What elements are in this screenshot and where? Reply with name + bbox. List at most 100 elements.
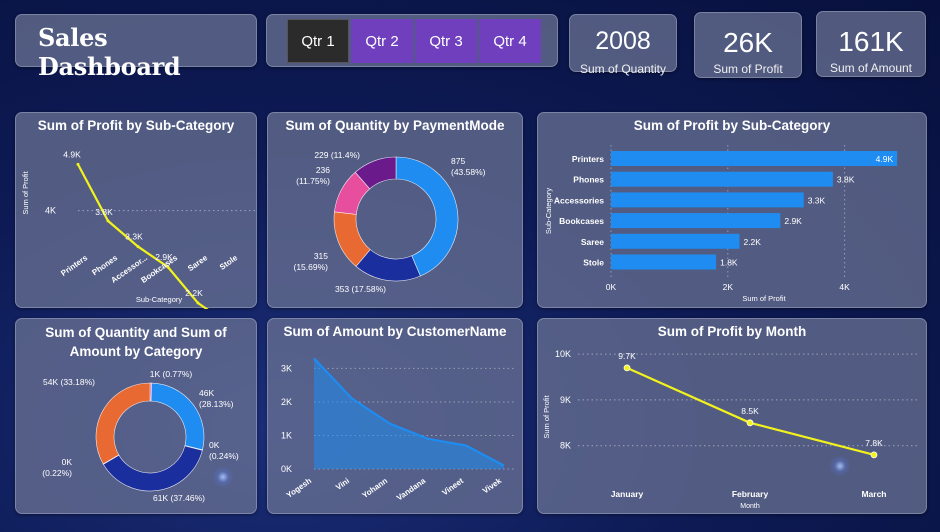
profit-month-line-chart: 10K 9K 8K 9.7K January 8.5K February 7.8K March M… [542,349,918,510]
x-tick-label: Vandana [395,476,428,503]
slice-label: (28.13%) [199,399,234,409]
y-tick-label: 2K [45,308,56,309]
slice-label: 61K (37.46%) [153,493,205,503]
slice-label: 353 (17.58%) [335,284,386,294]
y-tick-label: 4K [45,206,56,216]
slice-label: (43.58%) [451,167,486,177]
slice-label: 229 (11.4%) [314,150,360,160]
y-axis-title: Sum of Profit [21,170,30,214]
x-tick-label: February [732,489,769,499]
profit-subcategory-line-chart: 4K2K4.9KPrinters3.8KPhones3.3KAccessor..… [21,149,256,309]
y-tick-label: 10K [555,349,571,359]
slice-label: (0.22%) [42,468,72,478]
donut-slice [95,382,151,465]
bar [611,171,833,187]
bar [611,254,717,270]
donut-slice [150,382,205,451]
profit-subcategory-bar-chart: 0K 2K 4K Printers 4.9K Phones 3.8K Accessories 3… [544,145,898,303]
quantity-paymentmode-panel: Sum of Quantity by PaymentMode 875 (43.58… [267,112,523,308]
kpi-profit-value: 26K [723,27,773,58]
data-label: 4.9K [876,154,894,164]
y-axis-title: Sum of Profit [542,394,551,438]
profit-subcategory-bar-panel: Sum of Profit by Sub-Category 0K 2K 4K Prin… [537,112,927,308]
data-point [76,162,80,166]
amount-customer-panel: Sum of Amount by CustomerName 3K 2K 1K 0K Yo… [267,318,523,514]
profit-subcategory-line-panel: Sum of Profit by Sub-Category 4K2K4.9KPr… [15,112,257,309]
profit-month-panel: Sum of Profit by Month 10K 9K 8K 9.7K Januar… [537,318,927,514]
bar [611,213,781,229]
y-tick-label: 3K [281,363,292,373]
y-tick-label: 1K [281,430,292,440]
data-point [746,419,754,427]
kpi-profit-label: Sum of Profit [713,62,783,76]
y-tick-label: Saree [581,237,604,247]
data-label: 1.8K [720,258,738,268]
data-label: 4.9K [63,149,81,159]
x-tick-label: 0K [606,282,617,292]
kpi-amount-card: 161K Sum of Amount [816,11,926,77]
quarter-slicer: Qtr 1 Qtr 2 Qtr 3 Qtr 4 [266,14,558,67]
bar [611,192,804,208]
quarter-button-3[interactable]: Qtr 3 [415,19,477,63]
quarter-button-4[interactable]: Qtr 4 [479,19,541,63]
y-tick-label: Accessories [554,195,604,205]
quantity-paymentmode-donut: 875(43.58%) 353 (17.58%) 315(15.69%) 236(11… [294,150,486,294]
data-label: 8.5K [741,406,759,416]
slice-label: (0.24%) [209,451,239,461]
data-point [196,301,200,305]
amount-area [314,358,504,469]
slice-label: 46K [199,388,214,398]
x-tick-label: Vivek [481,476,504,496]
x-axis-title: Sub-Category [136,295,183,304]
data-label: 3.8K [837,175,855,185]
y-tick-label: 9K [560,395,571,405]
kpi-quantity-card: 2008 Sum of Quantity [569,14,677,76]
amount-customer-area-chart: 3K 2K 1K 0K Yogesh Vini Yohann Vandana Vineet Viv… [281,357,514,503]
slice-label: 315 [314,251,328,261]
kpi-amount-value: 161K [838,26,904,57]
slice-label: (11.75%) [296,176,330,186]
quarter-button-1[interactable]: Qtr 1 [287,19,349,63]
data-label: 2.9K [784,216,802,226]
quarter-button-2[interactable]: Qtr 2 [351,19,413,63]
y-tick-label: 0K [281,464,292,474]
data-label: 2.2K [185,288,203,298]
x-tick-label: January [611,489,644,499]
y-axis-title: Sub-Category [544,188,553,235]
y-tick-label: Stole [583,258,604,268]
x-tick-label: Yogesh [285,476,313,500]
bar [611,233,740,249]
kpi-quantity-value: 2008 [595,27,651,55]
data-point [623,364,631,372]
data-label: 3.3K [125,232,143,242]
x-tick-label: 4K [839,282,850,292]
x-tick-label: March [861,489,886,499]
dashboard-title: Sales Dashboard [38,23,181,81]
data-label: 3.8K [95,207,113,217]
x-tick-label: Saree [186,253,209,273]
x-tick-label: Printers [59,253,89,278]
y-tick-label: Bookcases [559,216,604,226]
data-label: 3.3K [808,195,826,205]
data-label: 2.2K [743,237,761,247]
x-axis-title: Month [740,503,760,510]
data-label: 9.7K [618,351,636,361]
x-tick-label: Vineet [440,476,465,497]
x-tick-label: 2K [723,282,734,292]
y-tick-label: Phones [573,175,604,185]
y-tick-label: 2K [281,397,292,407]
slice-label: 0K [209,440,220,450]
y-tick-label: Printers [572,154,604,164]
slice-label: (15.69%) [294,262,329,272]
slice-label: 236 [316,165,330,175]
kpi-amount-label: Sum of Amount [829,61,913,75]
x-tick-label: Stole [218,253,240,272]
x-tick-label: Yohann [360,476,389,500]
decorative-glow [212,466,234,488]
slice-label: 1K (0.77%) [150,369,193,379]
kpi-profit-card: 26K Sum of Profit [694,12,802,78]
x-tick-label: Vini [334,476,351,492]
title-panel: Sales Dashboard [15,14,257,81]
x-axis-title: Sum of Profit [742,294,786,303]
data-point [136,245,140,249]
